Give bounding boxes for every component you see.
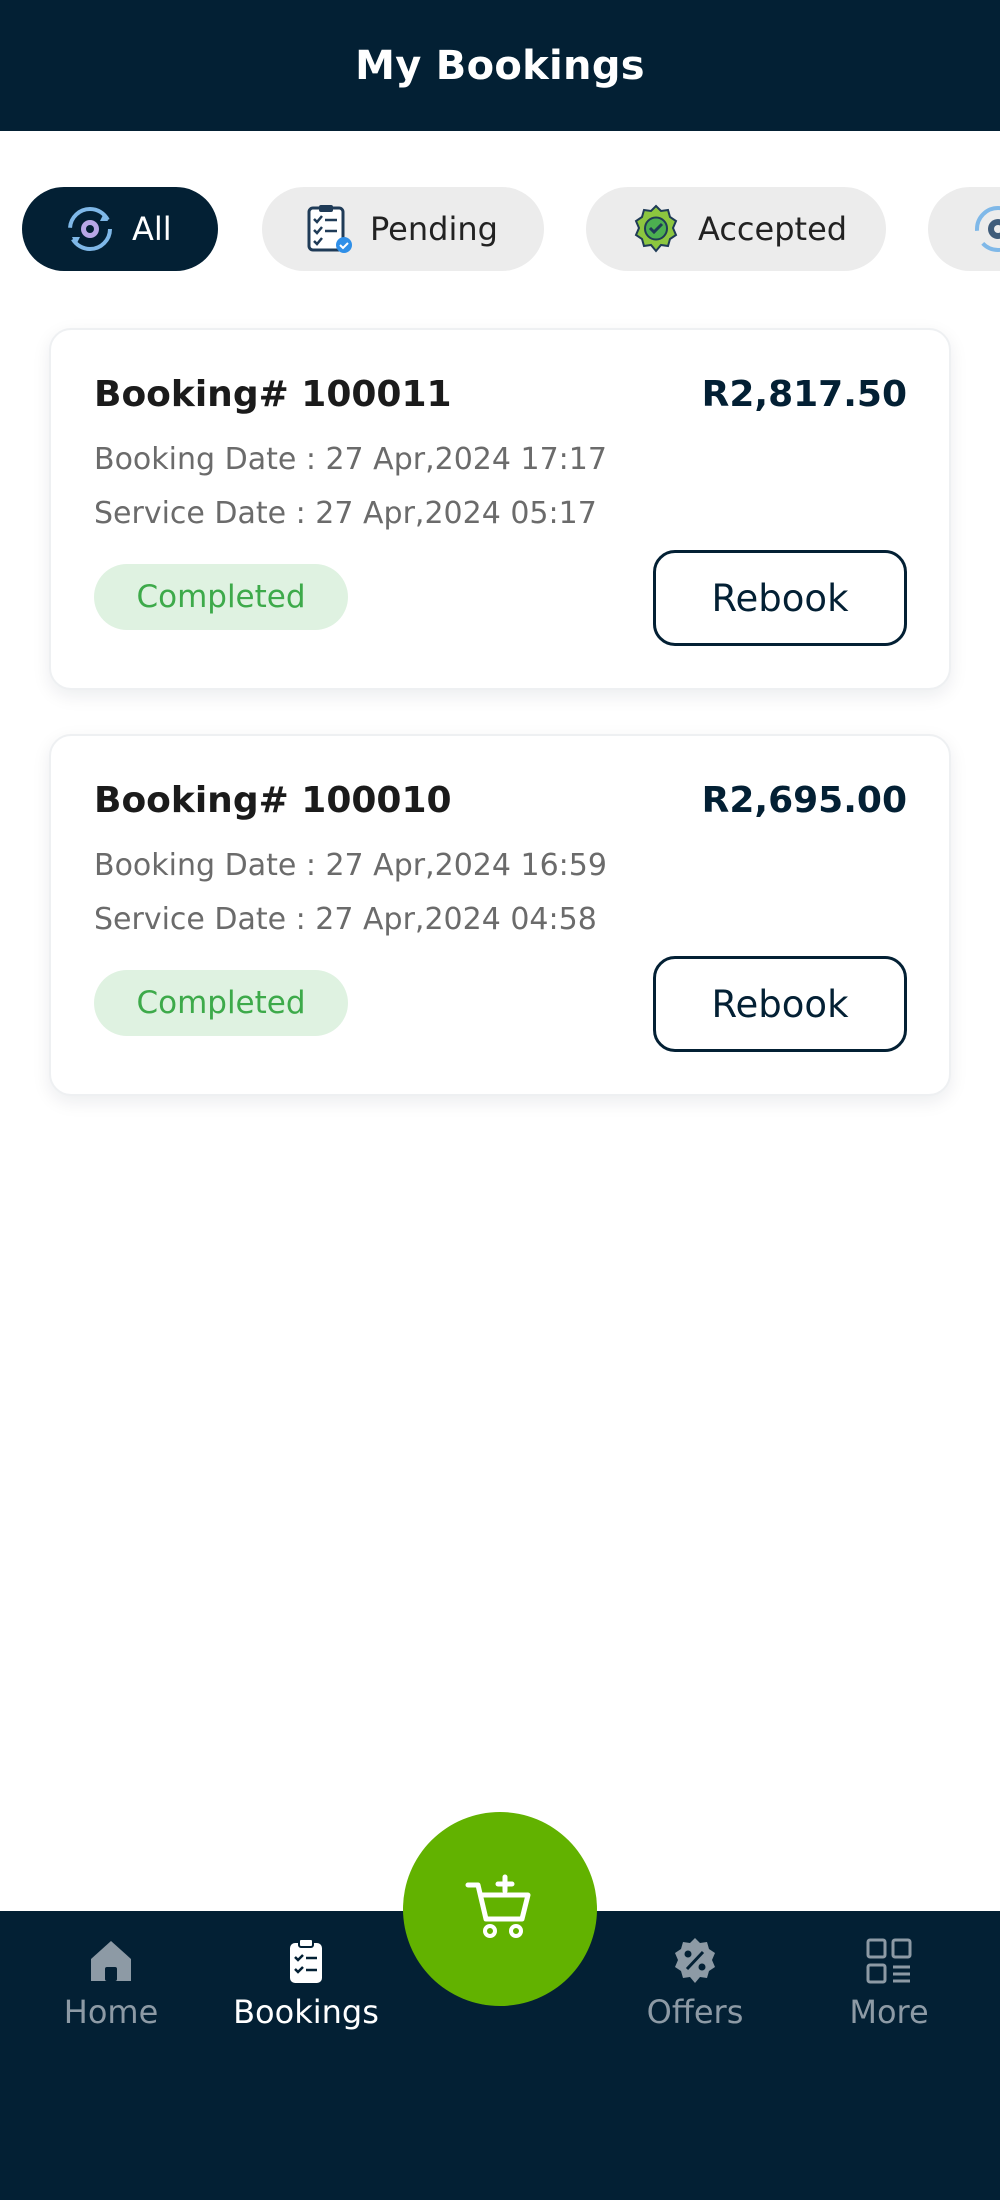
all-refresh-icon (64, 203, 116, 255)
status-badge: Completed (94, 970, 348, 1036)
home-icon (83, 1933, 139, 1989)
filter-chip-accepted[interactable]: Accepted (586, 187, 886, 271)
nav-label: Home (63, 1993, 159, 2031)
filter-chip-inprogress[interactable] (928, 187, 1000, 271)
cart-add-icon (462, 1869, 538, 1949)
percent-badge-icon (667, 1933, 723, 1989)
gear-refresh-icon (972, 203, 1000, 255)
rebook-button[interactable]: Rebook (653, 550, 907, 646)
nav-label: Bookings (233, 1993, 379, 2031)
booking-date: Booking Date : 27 Apr,2024 16:59 (94, 848, 607, 883)
filter-chip-label: Accepted (698, 210, 848, 248)
clipboard-list-icon (278, 1933, 334, 1989)
new-booking-fab[interactable] (403, 1812, 597, 2006)
filter-chip-all[interactable]: All (22, 187, 218, 271)
nav-item-more[interactable]: More (794, 1933, 984, 2053)
app-root: My Bookings All Pending Accepted Booking… (0, 0, 1000, 2200)
booking-amount: R2,817.50 (701, 374, 907, 415)
booking-number: Booking# 100010 (94, 780, 452, 821)
nav-item-offers[interactable]: Offers (600, 1933, 790, 2053)
rebook-button[interactable]: Rebook (653, 956, 907, 1052)
filter-chips[interactable]: All Pending Accepted (22, 187, 1000, 271)
booking-card[interactable]: Booking# 100011 R2,817.50 Booking Date :… (49, 328, 951, 690)
booking-number: Booking# 100011 (94, 374, 452, 415)
nav-label: More (849, 1993, 929, 2031)
filter-chip-pending[interactable]: Pending (262, 187, 544, 271)
booking-date: Booking Date : 27 Apr,2024 17:17 (94, 442, 607, 477)
page-title: My Bookings (355, 42, 645, 89)
clipboard-check-icon (302, 203, 354, 255)
service-date: Service Date : 27 Apr,2024 04:58 (94, 902, 597, 937)
filter-chip-label: Pending (370, 210, 498, 248)
nav-item-home[interactable]: Home (16, 1933, 206, 2053)
app-header: My Bookings (0, 0, 1000, 131)
nav-label: Offers (646, 1993, 744, 2031)
service-date: Service Date : 27 Apr,2024 05:17 (94, 496, 597, 531)
booking-card[interactable]: Booking# 100010 R2,695.00 Booking Date :… (49, 734, 951, 1096)
grid-more-icon (861, 1933, 917, 1989)
booking-amount: R2,695.00 (701, 780, 907, 821)
status-badge: Completed (94, 564, 348, 630)
filter-chip-label: All (132, 210, 172, 248)
nav-item-bookings[interactable]: Bookings (211, 1933, 401, 2053)
badge-check-icon (630, 203, 682, 255)
